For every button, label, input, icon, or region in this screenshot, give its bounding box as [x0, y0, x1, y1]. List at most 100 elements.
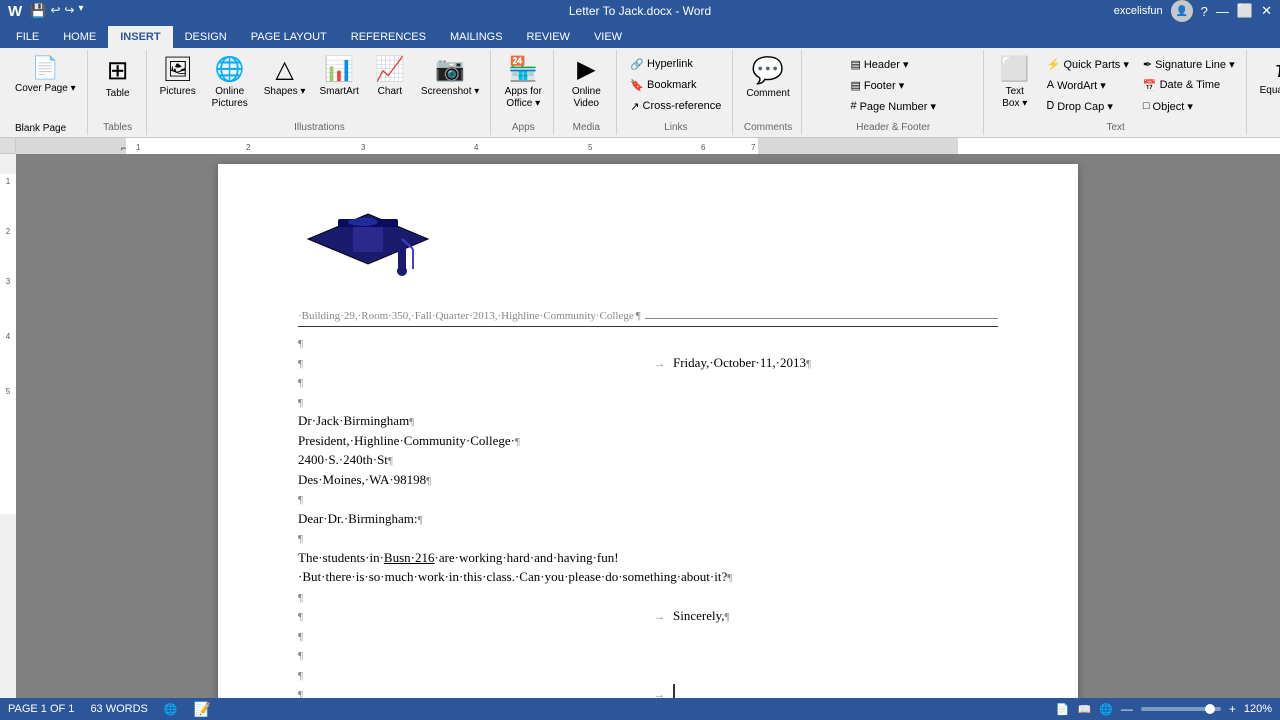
- signature-line-btn[interactable]: ✒ Signature Line ▾: [1138, 54, 1240, 74]
- quick-parts-btn[interactable]: ⚡ Quick Parts ▾: [1042, 54, 1134, 74]
- svg-text:3: 3: [361, 143, 366, 152]
- window-title: Letter To Jack.docx - Word: [569, 4, 711, 18]
- full-reading-btn[interactable]: 📖: [1077, 703, 1091, 716]
- zoom-level[interactable]: 120%: [1244, 703, 1272, 715]
- blank-line-2: ¶: [298, 392, 998, 412]
- apps-office-icon: 🏪: [508, 55, 538, 84]
- group-tables-label: Tables: [96, 122, 140, 135]
- svg-text:1: 1: [6, 177, 11, 186]
- wordart-btn[interactable]: A WordArt ▾: [1042, 75, 1134, 95]
- tab-view[interactable]: VIEW: [582, 26, 634, 48]
- minimize-btn[interactable]: —: [1216, 4, 1229, 19]
- shapes-icon: △: [275, 55, 293, 84]
- ruler: 1 2 3 4 5 6 7 ⌐: [0, 138, 1280, 154]
- svg-text:5: 5: [588, 143, 593, 152]
- tab-file[interactable]: FILE: [4, 26, 51, 48]
- content-area: 1 2 3 4 5: [0, 154, 1280, 698]
- table-btn[interactable]: ⊞ Table: [96, 52, 140, 118]
- svg-text:4: 4: [474, 143, 479, 152]
- hyperlink-btn[interactable]: 🔗 Hyperlink: [625, 54, 726, 74]
- redo-quick-btn[interactable]: ↪: [64, 3, 74, 19]
- print-layout-btn[interactable]: 📄: [1056, 703, 1070, 716]
- wordart-icon: A: [1047, 79, 1054, 91]
- header-icon: ▤: [850, 58, 860, 71]
- svg-text:2: 2: [246, 143, 251, 152]
- svg-text:2: 2: [6, 227, 11, 236]
- blank-line-1: ¶: [298, 372, 998, 392]
- save-quick-btn[interactable]: 💾: [30, 3, 46, 19]
- shapes-btn[interactable]: △ Shapes ▾: [259, 52, 311, 118]
- close-btn[interactable]: ✕: [1261, 3, 1272, 19]
- object-btn[interactable]: □ Object ▾: [1138, 96, 1240, 116]
- group-symbols: π Equation ▾ Ω Symbol ▾ Symbols: [1249, 50, 1280, 135]
- page-count: PAGE 1 OF 1: [8, 703, 74, 715]
- tab-review[interactable]: REVIEW: [515, 26, 582, 48]
- online-video-icon: ▶: [577, 55, 595, 84]
- customize-quick-btn[interactable]: ▾: [78, 3, 83, 19]
- group-media: ▶ OnlineVideo Media: [556, 50, 617, 135]
- cross-reference-btn[interactable]: ↗ Cross-reference: [625, 96, 726, 116]
- vertical-ruler: 1 2 3 4 5: [0, 154, 16, 698]
- footer-icon: ▤: [850, 79, 860, 92]
- group-pages: 📄 Cover Page ▾ Blank Page Page Break Pag…: [4, 50, 88, 135]
- drop-cap-btn[interactable]: Ꭰ Drop Cap ▾: [1042, 96, 1134, 116]
- account-name[interactable]: excelisfun: [1114, 5, 1163, 17]
- zoom-out-btn[interactable]: —: [1121, 702, 1133, 716]
- blank-page-btn[interactable]: Blank Page: [10, 118, 71, 138]
- tab-home[interactable]: HOME: [51, 26, 108, 48]
- bookmark-btn[interactable]: 🔖 Bookmark: [625, 75, 726, 95]
- screenshot-btn[interactable]: 📷 Screenshot ▾: [416, 52, 484, 118]
- signature-icon: ✒: [1143, 58, 1152, 71]
- zoom-slider[interactable]: [1141, 707, 1221, 711]
- zoom-in-btn[interactable]: +: [1229, 702, 1236, 716]
- blank-line-3: ¶: [298, 489, 998, 509]
- drop-cap-icon: Ꭰ: [1047, 100, 1054, 113]
- smartart-btn[interactable]: 📊 SmartArt: [314, 52, 363, 118]
- tab-mailings[interactable]: MAILINGS: [438, 26, 515, 48]
- web-layout-btn[interactable]: 🌐: [1099, 703, 1113, 716]
- tab-references[interactable]: REFERENCES: [339, 26, 438, 48]
- footer-btn[interactable]: ▤ Footer ▾: [845, 75, 941, 95]
- tab-page-layout[interactable]: PAGE LAYOUT: [239, 26, 339, 48]
- header-btn[interactable]: ▤ Header ▾: [845, 54, 941, 74]
- blank-line-6: ¶: [298, 626, 998, 646]
- cover-page-icon: 📄: [32, 55, 59, 81]
- pictures-btn[interactable]: 🖼 Pictures: [155, 52, 201, 118]
- online-pictures-btn[interactable]: 🌐 OnlinePictures: [205, 52, 255, 118]
- ribbon: 📄 Cover Page ▾ Blank Page Page Break Pag…: [0, 48, 1280, 138]
- apps-office-btn[interactable]: 🏪 Apps forOffice ▾: [499, 52, 547, 118]
- tab-design[interactable]: DESIGN: [173, 26, 239, 48]
- group-text: ⬜ TextBox ▾ ⚡ Quick Parts ▾ A WordArt ▾ …: [986, 50, 1247, 135]
- avatar: 👤: [1171, 0, 1193, 22]
- undo-quick-btn[interactable]: ↩: [50, 3, 60, 19]
- text-box-btn[interactable]: ⬜ TextBox ▾: [992, 52, 1038, 118]
- tab-insert[interactable]: INSERT: [108, 26, 172, 48]
- ruler-corner: [0, 138, 16, 153]
- group-comments-label: Comments: [741, 122, 794, 135]
- svg-text:5: 5: [6, 387, 11, 396]
- page-number-btn[interactable]: # Page Number ▾: [845, 96, 941, 116]
- scroll-area[interactable]: ·Building·29,·Room·350,·Fall·Quarter·201…: [16, 154, 1280, 698]
- svg-text:3: 3: [6, 277, 11, 286]
- comment-btn[interactable]: 💬 Comment: [741, 52, 794, 118]
- online-video-btn[interactable]: ▶ OnlineVideo: [562, 52, 610, 118]
- date-time-btn[interactable]: 📅 Date & Time: [1138, 75, 1240, 95]
- document-page: ·Building·29,·Room·350,·Fall·Quarter·201…: [218, 164, 1078, 698]
- page-number-icon: #: [850, 100, 856, 112]
- recipient-title: President,·Highline·Community·College·¶: [298, 431, 998, 451]
- group-apps-label: Apps: [499, 122, 547, 135]
- chart-btn[interactable]: 📈 Chart: [368, 52, 412, 118]
- blank-line-4: ¶: [298, 528, 998, 548]
- group-tables: ⊞ Table Tables: [90, 50, 147, 135]
- blank-line-5: ¶: [298, 587, 998, 607]
- help-btn[interactable]: ?: [1201, 4, 1208, 19]
- smartart-icon: 📊: [324, 55, 354, 84]
- svg-text:1: 1: [136, 143, 141, 152]
- maximize-btn[interactable]: ⬜: [1237, 3, 1253, 19]
- address-1: 2400·S.·240th·St¶: [298, 450, 998, 470]
- ribbon-tab-bar: FILE HOME INSERT DESIGN PAGE LAYOUT REFE…: [0, 22, 1280, 48]
- cover-page-btn[interactable]: 📄 Cover Page ▾: [10, 52, 81, 116]
- recipient-name: Dr·Jack·Birmingham¶: [298, 411, 998, 431]
- equation-icon: π: [1276, 57, 1280, 83]
- equation-btn[interactable]: π Equation ▾: [1255, 54, 1280, 120]
